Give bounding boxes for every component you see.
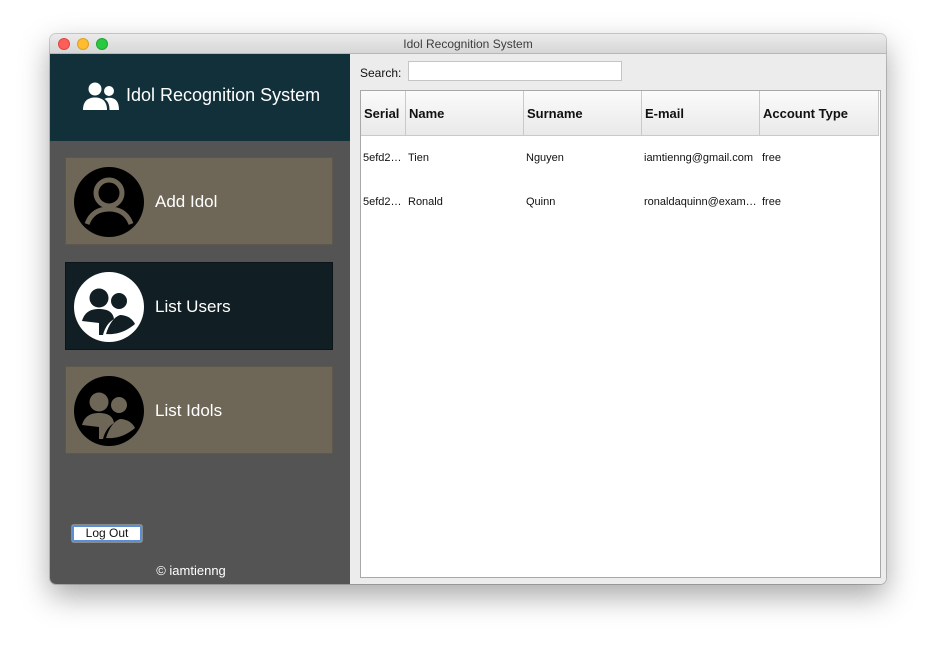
brand-header: Idol Recognition System <box>50 54 350 141</box>
users-icon <box>83 82 119 110</box>
column-header-surname[interactable]: Surname <box>524 91 642 136</box>
copyright-text: © iamtienng <box>156 563 226 578</box>
cell-email: ronaldaquinn@exam… <box>644 196 757 208</box>
users-table: Serial Name Surname E-mail Account Type … <box>360 90 881 578</box>
cell-account-type: free <box>762 196 781 208</box>
cell-surname: Nguyen <box>526 152 564 164</box>
nav-item-list-idols[interactable]: List Idols <box>65 366 333 454</box>
cell-name: Ronald <box>408 196 443 208</box>
nav-item-label: List Idols <box>155 401 223 420</box>
brand-title: Idol Recognition System <box>126 85 321 105</box>
logout-button[interactable]: Log Out <box>71 524 143 543</box>
table-row[interactable]: 5efd2… Tien Nguyen iamtienng@gmail.com f… <box>361 136 880 180</box>
users-circle-icon <box>74 376 144 446</box>
cell-serial: 5efd2… <box>363 152 402 164</box>
users-circle-icon <box>74 272 144 342</box>
nav-item-label: Add Idol <box>155 192 218 211</box>
search-label: Search: <box>360 66 402 80</box>
app-window: Idol Recognition System Idol Recognition… <box>50 34 886 584</box>
user-circle-icon <box>74 167 144 237</box>
search-input[interactable] <box>408 61 622 81</box>
nav-item-label: List Users <box>155 297 231 316</box>
cell-name: Tien <box>408 152 429 164</box>
cell-email: iamtienng@gmail.com <box>644 152 753 164</box>
nav-item-list-users[interactable]: List Users <box>65 262 333 350</box>
table-row[interactable]: 5efd2… Ronald Quinn ronaldaquinn@exam… f… <box>361 180 880 224</box>
column-header-name[interactable]: Name <box>406 91 524 136</box>
nav-item-add-idol[interactable]: Add Idol <box>65 157 333 245</box>
cell-surname: Quinn <box>526 196 556 208</box>
column-header-account-type[interactable]: Account Type <box>760 91 879 136</box>
cell-account-type: free <box>762 152 781 164</box>
window-title: Idol Recognition System <box>403 37 533 51</box>
title-bar: Idol Recognition System <box>50 34 886 54</box>
sidebar: Idol Recognition System Add Idol List Us… <box>50 54 350 584</box>
main-panel: Search: Serial Name Surname E-mail Accou… <box>350 54 886 584</box>
table-header: Serial Name Surname E-mail Account Type <box>361 91 880 136</box>
cell-serial: 5efd2… <box>363 196 402 208</box>
column-header-serial[interactable]: Serial <box>361 91 406 136</box>
column-header-email[interactable]: E-mail <box>642 91 760 136</box>
